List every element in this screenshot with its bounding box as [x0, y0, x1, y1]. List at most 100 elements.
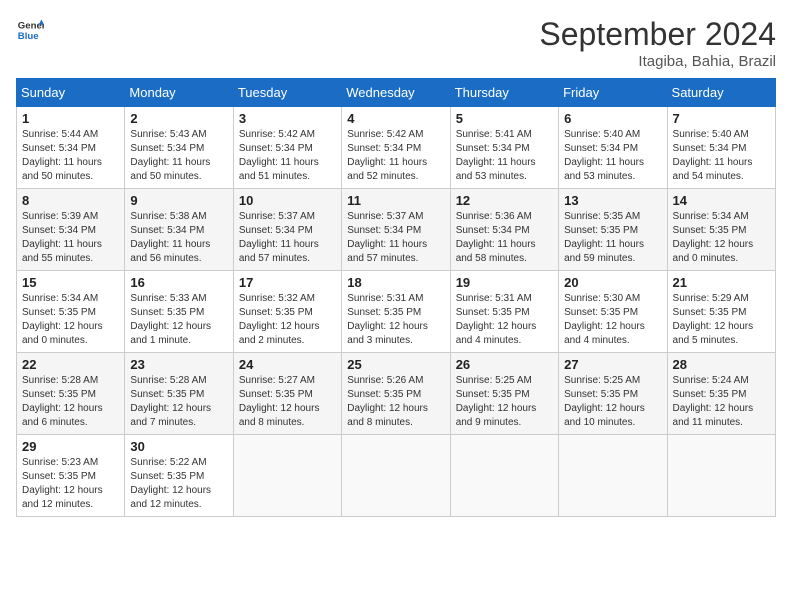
day-number: 29: [22, 439, 119, 454]
day-info: Sunrise: 5:28 AM Sunset: 5:35 PM Dayligh…: [22, 374, 119, 430]
day-number: 9: [130, 193, 227, 208]
calendar-cell: 11 Sunrise: 5:37 AM Sunset: 5:34 PM Dayl…: [342, 189, 450, 271]
calendar-cell: 29 Sunrise: 5:23 AM Sunset: 5:35 PM Dayl…: [17, 435, 125, 517]
column-header-friday: Friday: [559, 79, 667, 107]
day-info: Sunrise: 5:40 AM Sunset: 5:34 PM Dayligh…: [673, 128, 770, 184]
day-number: 27: [564, 357, 661, 372]
calendar-week-row: 29 Sunrise: 5:23 AM Sunset: 5:35 PM Dayl…: [17, 435, 776, 517]
day-info: Sunrise: 5:40 AM Sunset: 5:34 PM Dayligh…: [564, 128, 661, 184]
calendar-cell: 17 Sunrise: 5:32 AM Sunset: 5:35 PM Dayl…: [233, 271, 341, 353]
day-number: 28: [673, 357, 770, 372]
day-number: 30: [130, 439, 227, 454]
day-info: Sunrise: 5:25 AM Sunset: 5:35 PM Dayligh…: [564, 374, 661, 430]
day-info: Sunrise: 5:28 AM Sunset: 5:35 PM Dayligh…: [130, 374, 227, 430]
day-info: Sunrise: 5:37 AM Sunset: 5:34 PM Dayligh…: [347, 210, 444, 266]
day-number: 7: [673, 111, 770, 126]
day-info: Sunrise: 5:31 AM Sunset: 5:35 PM Dayligh…: [347, 292, 444, 348]
calendar-cell: 5 Sunrise: 5:41 AM Sunset: 5:34 PM Dayli…: [450, 107, 558, 189]
calendar-cell: 20 Sunrise: 5:30 AM Sunset: 5:35 PM Dayl…: [559, 271, 667, 353]
day-info: Sunrise: 5:42 AM Sunset: 5:34 PM Dayligh…: [347, 128, 444, 184]
day-info: Sunrise: 5:39 AM Sunset: 5:34 PM Dayligh…: [22, 210, 119, 266]
day-info: Sunrise: 5:43 AM Sunset: 5:34 PM Dayligh…: [130, 128, 227, 184]
day-info: Sunrise: 5:36 AM Sunset: 5:34 PM Dayligh…: [456, 210, 553, 266]
calendar-cell: 26 Sunrise: 5:25 AM Sunset: 5:35 PM Dayl…: [450, 353, 558, 435]
page-header: General Blue September 2024 Itagiba, Bah…: [16, 16, 776, 70]
calendar-week-row: 22 Sunrise: 5:28 AM Sunset: 5:35 PM Dayl…: [17, 353, 776, 435]
day-info: Sunrise: 5:23 AM Sunset: 5:35 PM Dayligh…: [22, 456, 119, 512]
column-header-wednesday: Wednesday: [342, 79, 450, 107]
title-block: September 2024 Itagiba, Bahia, Brazil: [539, 16, 776, 70]
day-info: Sunrise: 5:30 AM Sunset: 5:35 PM Dayligh…: [564, 292, 661, 348]
day-number: 15: [22, 275, 119, 290]
calendar-cell: 18 Sunrise: 5:31 AM Sunset: 5:35 PM Dayl…: [342, 271, 450, 353]
column-header-monday: Monday: [125, 79, 233, 107]
calendar-cell: [233, 435, 341, 517]
calendar-cell: 23 Sunrise: 5:28 AM Sunset: 5:35 PM Dayl…: [125, 353, 233, 435]
day-number: 25: [347, 357, 444, 372]
location-subtitle: Itagiba, Bahia, Brazil: [539, 53, 776, 70]
calendar-cell: 8 Sunrise: 5:39 AM Sunset: 5:34 PM Dayli…: [17, 189, 125, 271]
calendar-cell: 12 Sunrise: 5:36 AM Sunset: 5:34 PM Dayl…: [450, 189, 558, 271]
day-number: 21: [673, 275, 770, 290]
calendar-cell: 19 Sunrise: 5:31 AM Sunset: 5:35 PM Dayl…: [450, 271, 558, 353]
day-number: 14: [673, 193, 770, 208]
day-info: Sunrise: 5:24 AM Sunset: 5:35 PM Dayligh…: [673, 374, 770, 430]
day-info: Sunrise: 5:29 AM Sunset: 5:35 PM Dayligh…: [673, 292, 770, 348]
day-number: 12: [456, 193, 553, 208]
calendar-cell: 22 Sunrise: 5:28 AM Sunset: 5:35 PM Dayl…: [17, 353, 125, 435]
calendar-week-row: 15 Sunrise: 5:34 AM Sunset: 5:35 PM Dayl…: [17, 271, 776, 353]
calendar-cell: 14 Sunrise: 5:34 AM Sunset: 5:35 PM Dayl…: [667, 189, 775, 271]
day-number: 22: [22, 357, 119, 372]
calendar-cell: 10 Sunrise: 5:37 AM Sunset: 5:34 PM Dayl…: [233, 189, 341, 271]
column-header-sunday: Sunday: [17, 79, 125, 107]
calendar-week-row: 1 Sunrise: 5:44 AM Sunset: 5:34 PM Dayli…: [17, 107, 776, 189]
day-info: Sunrise: 5:25 AM Sunset: 5:35 PM Dayligh…: [456, 374, 553, 430]
calendar-cell: 28 Sunrise: 5:24 AM Sunset: 5:35 PM Dayl…: [667, 353, 775, 435]
day-number: 4: [347, 111, 444, 126]
calendar-cell: 30 Sunrise: 5:22 AM Sunset: 5:35 PM Dayl…: [125, 435, 233, 517]
column-header-tuesday: Tuesday: [233, 79, 341, 107]
day-info: Sunrise: 5:34 AM Sunset: 5:35 PM Dayligh…: [673, 210, 770, 266]
calendar-cell: 9 Sunrise: 5:38 AM Sunset: 5:34 PM Dayli…: [125, 189, 233, 271]
svg-text:General: General: [18, 20, 44, 31]
day-number: 16: [130, 275, 227, 290]
calendar-cell: 1 Sunrise: 5:44 AM Sunset: 5:34 PM Dayli…: [17, 107, 125, 189]
day-info: Sunrise: 5:27 AM Sunset: 5:35 PM Dayligh…: [239, 374, 336, 430]
month-title: September 2024: [539, 16, 776, 53]
day-number: 11: [347, 193, 444, 208]
calendar-cell: [342, 435, 450, 517]
calendar-cell: 15 Sunrise: 5:34 AM Sunset: 5:35 PM Dayl…: [17, 271, 125, 353]
day-number: 8: [22, 193, 119, 208]
calendar-cell: 7 Sunrise: 5:40 AM Sunset: 5:34 PM Dayli…: [667, 107, 775, 189]
logo: General Blue: [16, 16, 44, 44]
calendar-cell: [667, 435, 775, 517]
svg-text:Blue: Blue: [18, 31, 39, 42]
calendar-cell: 4 Sunrise: 5:42 AM Sunset: 5:34 PM Dayli…: [342, 107, 450, 189]
day-number: 5: [456, 111, 553, 126]
day-number: 18: [347, 275, 444, 290]
day-info: Sunrise: 5:22 AM Sunset: 5:35 PM Dayligh…: [130, 456, 227, 512]
calendar-table: SundayMondayTuesdayWednesdayThursdayFrid…: [16, 78, 776, 517]
column-header-saturday: Saturday: [667, 79, 775, 107]
calendar-cell: 6 Sunrise: 5:40 AM Sunset: 5:34 PM Dayli…: [559, 107, 667, 189]
calendar-cell: 13 Sunrise: 5:35 AM Sunset: 5:35 PM Dayl…: [559, 189, 667, 271]
day-info: Sunrise: 5:41 AM Sunset: 5:34 PM Dayligh…: [456, 128, 553, 184]
day-info: Sunrise: 5:44 AM Sunset: 5:34 PM Dayligh…: [22, 128, 119, 184]
calendar-cell: 27 Sunrise: 5:25 AM Sunset: 5:35 PM Dayl…: [559, 353, 667, 435]
calendar-cell: 21 Sunrise: 5:29 AM Sunset: 5:35 PM Dayl…: [667, 271, 775, 353]
day-number: 13: [564, 193, 661, 208]
calendar-cell: [450, 435, 558, 517]
calendar-cell: 3 Sunrise: 5:42 AM Sunset: 5:34 PM Dayli…: [233, 107, 341, 189]
day-number: 6: [564, 111, 661, 126]
column-header-thursday: Thursday: [450, 79, 558, 107]
day-info: Sunrise: 5:33 AM Sunset: 5:35 PM Dayligh…: [130, 292, 227, 348]
day-number: 1: [22, 111, 119, 126]
calendar-cell: 25 Sunrise: 5:26 AM Sunset: 5:35 PM Dayl…: [342, 353, 450, 435]
day-info: Sunrise: 5:31 AM Sunset: 5:35 PM Dayligh…: [456, 292, 553, 348]
day-info: Sunrise: 5:38 AM Sunset: 5:34 PM Dayligh…: [130, 210, 227, 266]
calendar-week-row: 8 Sunrise: 5:39 AM Sunset: 5:34 PM Dayli…: [17, 189, 776, 271]
day-info: Sunrise: 5:42 AM Sunset: 5:34 PM Dayligh…: [239, 128, 336, 184]
day-number: 3: [239, 111, 336, 126]
day-info: Sunrise: 5:35 AM Sunset: 5:35 PM Dayligh…: [564, 210, 661, 266]
day-number: 23: [130, 357, 227, 372]
